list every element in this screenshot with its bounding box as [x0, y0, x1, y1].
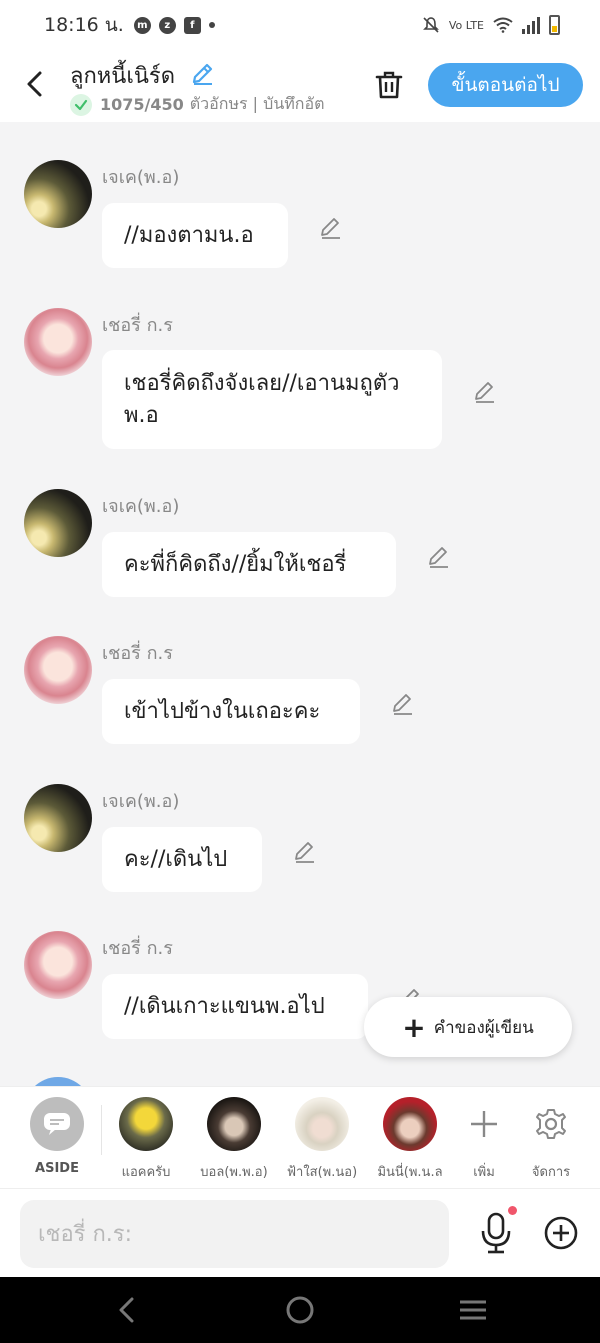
avatar[interactable] — [24, 160, 92, 228]
plus-icon: + — [402, 1010, 426, 1044]
nav-back-icon[interactable] — [110, 1293, 144, 1327]
author-note-label: คำของผู้เขียน — [433, 1017, 534, 1038]
signal-icon — [522, 16, 540, 34]
message-input[interactable] — [20, 1200, 449, 1268]
header: ลูกหนี้เนิร์ด 1075/450 ตัวอักษร | บันทึก… — [0, 50, 600, 122]
avatar — [383, 1097, 437, 1151]
cast-label: ASIDE — [35, 1161, 79, 1176]
gear-icon — [511, 1097, 591, 1151]
avatar[interactable] — [24, 931, 92, 999]
avatar[interactable] — [24, 1077, 92, 1086]
add-circle-icon[interactable] — [543, 1215, 579, 1251]
sender-name: เจเค(พ.อ) — [102, 791, 180, 812]
facebook-icon: f — [183, 16, 201, 34]
edit-pencil-icon[interactable] — [390, 691, 416, 717]
page-title: ลูกหนี้เนิร์ด — [70, 64, 176, 89]
cast-label: จัดการ — [531, 1165, 571, 1180]
cast-label: มินนี่(พ.น.ล — [377, 1165, 443, 1180]
record-indicator — [508, 1206, 517, 1215]
cast-label: แอคครับ — [121, 1165, 171, 1180]
autosave-status: ตัวอักษร | บันทึกอัต — [189, 94, 325, 113]
message-bubble[interactable]: เข้าไปข้างในเถอะคะ — [102, 679, 360, 744]
character-count-line: 1075/450 ตัวอักษร | บันทึกอัต — [70, 92, 348, 117]
avatar[interactable] — [24, 636, 92, 704]
message-bubble[interactable]: //เดินเกาะแขนพ.อไป — [102, 974, 368, 1039]
notification-icons: m z f — [133, 16, 215, 34]
edit-pencil-icon[interactable] — [426, 544, 452, 570]
message-bubble[interactable]: เชอรี่คิดถึงจังเลย//เอานมถูตัวพ.อ — [102, 350, 442, 449]
author-note-button[interactable]: + คำของผู้เขียน — [364, 997, 572, 1057]
avatar[interactable] — [24, 489, 92, 557]
message-bubble[interactable]: คะ//เดินไป — [102, 827, 262, 892]
avatar[interactable] — [24, 784, 92, 852]
sender-name: เชอรี่ ก.ร — [102, 643, 173, 664]
cast-character[interactable]: แอคครับ — [106, 1097, 186, 1182]
sender-name: เจเค(พ.อ) — [102, 167, 180, 188]
wifi-icon — [493, 17, 513, 33]
sender-name: เจเค(พ.อ) — [102, 496, 180, 517]
more-notifications-icon — [208, 22, 215, 28]
character-count: 1075/450 — [100, 95, 184, 114]
edit-pencil-icon[interactable] — [472, 379, 498, 405]
avatar — [207, 1097, 261, 1151]
avatar — [119, 1097, 173, 1151]
cast-aside[interactable]: ASIDE — [17, 1097, 97, 1176]
edit-pencil-icon[interactable] — [318, 215, 344, 241]
messenger-icon: m — [133, 16, 151, 34]
input-bar — [0, 1188, 600, 1277]
message-bubble[interactable]: คะพี่ก็คิดถึง//ยิ้มให้เชอรี่ — [102, 532, 396, 597]
nav-recents-icon[interactable] — [456, 1293, 490, 1327]
chat-bubble-icon — [30, 1097, 84, 1151]
mute-icon — [422, 17, 439, 33]
system-icons: Vo LTE — [422, 15, 560, 35]
edit-title-pencil-icon[interactable] — [190, 60, 216, 86]
edit-pencil-icon[interactable] — [292, 839, 318, 865]
check-icon — [70, 93, 92, 116]
cast-label: ฟ้าใส(พ.นอ) — [286, 1165, 358, 1180]
mic-icon[interactable] — [478, 1211, 514, 1255]
sender-name: เชอรี่ ก.ร — [102, 938, 173, 959]
trash-icon[interactable] — [372, 68, 406, 102]
cast-character[interactable]: บอล(พ.พ.อ) — [194, 1097, 274, 1182]
cast-character[interactable]: ฟ้าใส(พ.นอ) — [282, 1097, 362, 1182]
battery-icon — [549, 15, 560, 35]
sender-name: เชอรี่ ก.ร — [102, 315, 173, 336]
nav-home-icon[interactable] — [283, 1293, 317, 1327]
manage-characters-button[interactable]: จัดการ — [511, 1097, 591, 1182]
cast-label: บอล(พ.พ.อ) — [200, 1165, 268, 1180]
divider — [101, 1105, 102, 1155]
app-z-icon: z — [158, 16, 176, 34]
message-bubble[interactable]: //มองตามน.อ — [102, 203, 288, 268]
character-bar: ASIDE แอคครับ บอล(พ.พ.อ) ฟ้าใส(พ.นอ) มิน… — [0, 1086, 600, 1188]
volte-label: Vo LTE — [448, 18, 484, 32]
status-bar: 18:16 น. m z f Vo LTE — [0, 0, 600, 50]
avatar[interactable] — [24, 308, 92, 376]
next-step-button[interactable]: ขั้นตอนต่อไป — [428, 63, 583, 107]
avatar — [295, 1097, 349, 1151]
chat-area: เจเค(พ.อ) //มองตามน.อ เชอรี่ ก.ร เชอรี่ค… — [0, 122, 600, 1086]
cast-character[interactable]: มินนี่(พ.น.ล — [370, 1097, 450, 1182]
system-nav-bar — [0, 1277, 600, 1343]
status-time: 18:16 น. — [44, 14, 124, 36]
back-arrow-icon[interactable] — [22, 68, 50, 100]
